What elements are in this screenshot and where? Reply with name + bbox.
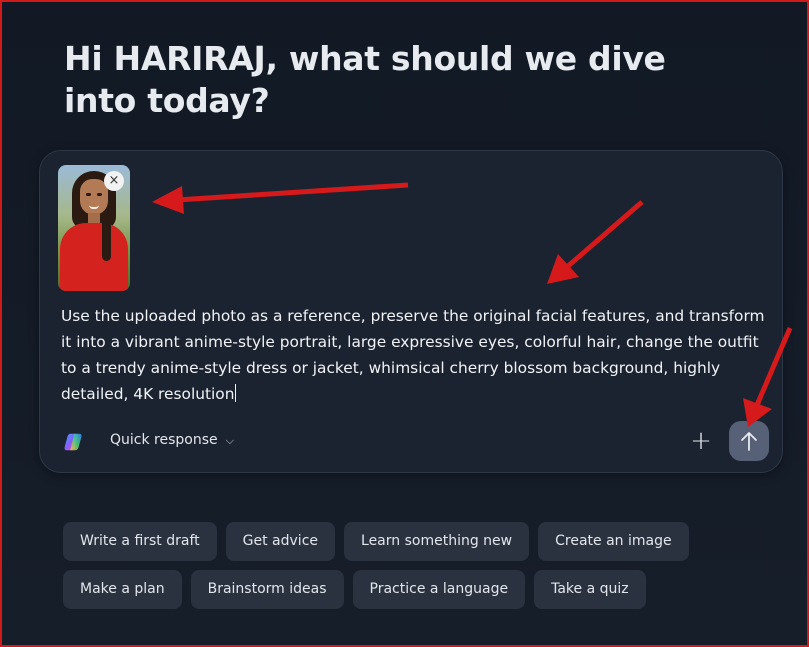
chip-brainstorm-ideas[interactable]: Brainstorm ideas	[190, 570, 344, 609]
chip-create-image[interactable]: Create an image	[538, 522, 689, 561]
suggestion-row-2: Make a plan Brainstorm ideas Practice a …	[63, 570, 763, 609]
response-mode-label: Quick response	[110, 432, 218, 448]
prompt-input-text: Use the uploaded photo as a reference, p…	[61, 307, 765, 403]
composer-toolbar: Quick response ⌵ +	[40, 421, 782, 461]
prompt-input[interactable]: Use the uploaded photo as a reference, p…	[61, 303, 769, 407]
chip-get-advice[interactable]: Get advice	[225, 522, 336, 561]
chip-learn-something-new[interactable]: Learn something new	[344, 522, 530, 561]
chip-take-quiz[interactable]: Take a quiz	[534, 570, 646, 609]
app-window: Hi HARIRAJ, what should we dive into tod…	[0, 0, 809, 647]
chevron-down-icon: ⌵	[225, 434, 234, 447]
chip-write-first-draft[interactable]: Write a first draft	[63, 522, 217, 561]
send-button[interactable]	[729, 421, 769, 461]
attached-image-thumbnail[interactable]: ×	[58, 165, 130, 291]
arrow-up-icon	[741, 432, 757, 451]
greeting-heading: Hi HARIRAJ, what should we dive into tod…	[64, 39, 666, 120]
add-attachment-button[interactable]: +	[688, 428, 714, 455]
prompt-composer: × Use the uploaded photo as a reference,…	[39, 150, 783, 473]
suggestion-chips: Write a first draft Get advice Learn som…	[63, 522, 763, 618]
text-caret	[235, 384, 237, 402]
suggestion-row-1: Write a first draft Get advice Learn som…	[63, 522, 763, 561]
chip-make-plan[interactable]: Make a plan	[63, 570, 182, 609]
response-mode-dropdown[interactable]: Quick response ⌵	[110, 432, 234, 448]
chip-practice-language[interactable]: Practice a language	[352, 570, 526, 609]
copilot-logo-icon	[64, 433, 82, 451]
remove-attachment-icon[interactable]: ×	[104, 171, 124, 191]
